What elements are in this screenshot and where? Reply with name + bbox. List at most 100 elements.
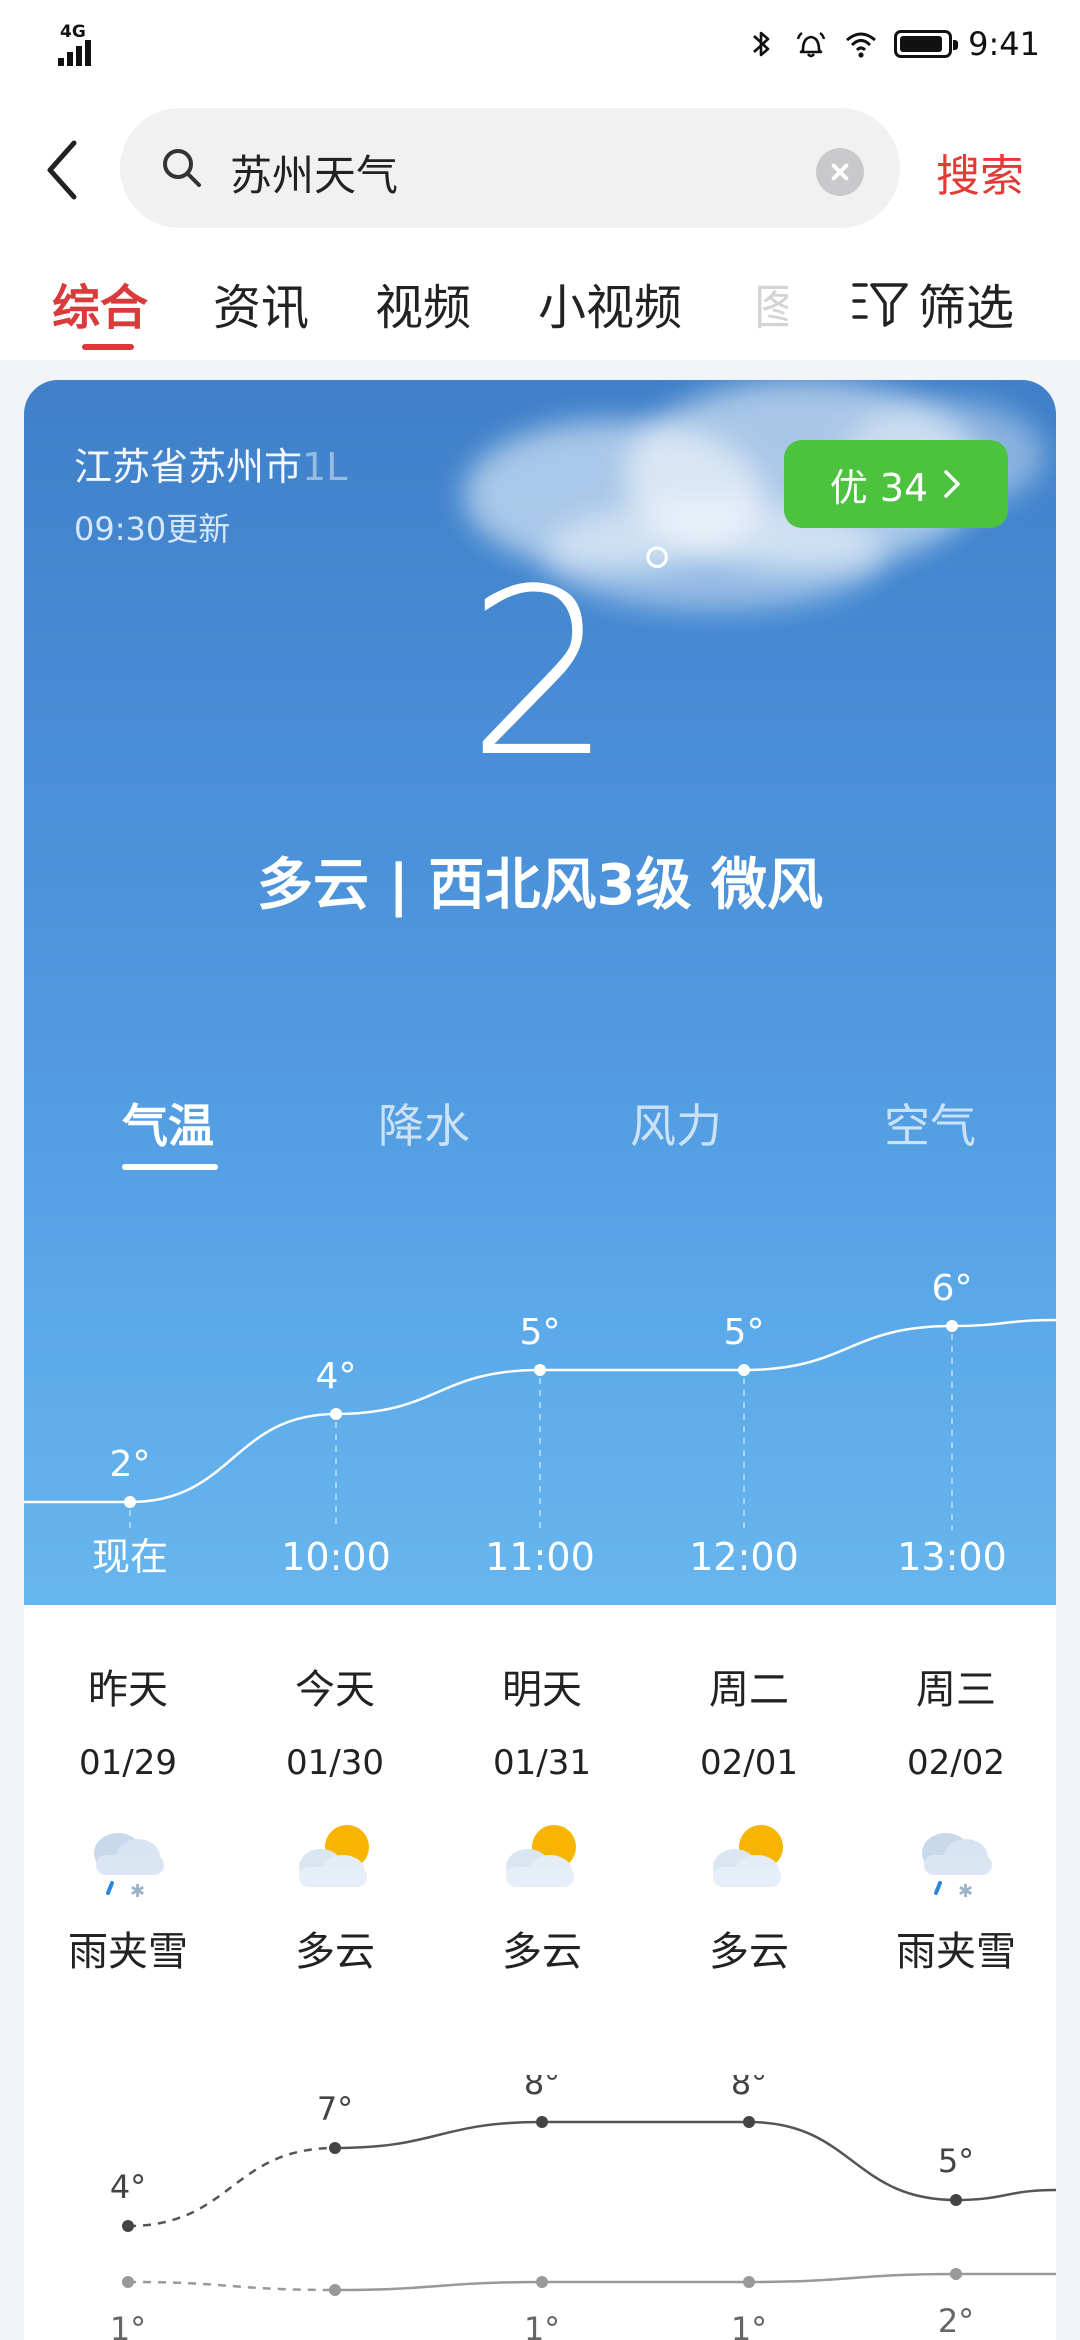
weather-condition: 多云 | 西北风3级 微风 (257, 853, 823, 918)
forecast-condition: 多云 (295, 1929, 375, 1975)
filter-button[interactable]: 筛选 (852, 268, 1014, 338)
location[interactable]: 江苏省苏州市1L (74, 436, 347, 491)
rain-snow-icon: ✱ (78, 1809, 178, 1909)
clear-icon[interactable] (816, 148, 864, 196)
low-temp-point (743, 2276, 755, 2288)
weather-card[interactable]: 江苏省苏州市1L 09:30更新 优 34 2 ° 多云 | 西北风3级 微风 气… (24, 380, 1056, 2340)
chevron-right-icon (944, 470, 960, 498)
time-label: 12:00 (689, 1535, 799, 1579)
temperature-point (738, 1364, 750, 1376)
temperature-label: 5° (724, 1312, 765, 1353)
signal-icon: 4G (58, 22, 108, 66)
bluetooth-icon (753, 31, 770, 57)
forecast-day-name: 周三 (916, 1667, 996, 1713)
low-temp-point (950, 2268, 962, 2280)
aqi-badge[interactable]: 优 34 (784, 440, 1008, 528)
forecast-day-name: 明天 (502, 1667, 582, 1713)
temperature-point (946, 1320, 958, 1332)
partly-cloudy-icon (285, 1809, 385, 1909)
forecast-day[interactable]: 明天 01/31 多云 (442, 1605, 642, 1977)
forecast-day[interactable]: 昨天 01/29 ✱ 雨夹雪 (28, 1605, 228, 1977)
daily-temperature-chart: 4° 7° 8° 8° 5° 1° 1° 1° 2° (110, 2075, 1056, 2340)
search-button[interactable]: 搜索 (936, 140, 1024, 204)
forecast-date: 01/30 (286, 1743, 384, 1783)
forecast-day-name: 周二 (709, 1667, 789, 1713)
time-label: 现在 (92, 1535, 168, 1579)
status-time: 9:41 (968, 25, 1040, 63)
forecast-date: 02/01 (700, 1743, 798, 1783)
tab-video[interactable]: 视频 (375, 268, 471, 338)
high-temp-label: 4° (110, 2168, 146, 2206)
high-temp-label: 5° (938, 2142, 974, 2180)
forecast-day[interactable]: 周三 02/02 ✱ 雨夹雪 (856, 1605, 1056, 1977)
search-input[interactable]: 苏州天气 (230, 142, 398, 203)
low-temp-point (122, 2276, 134, 2288)
tab-images[interactable]: 图 (754, 268, 788, 338)
high-temp-point (950, 2194, 962, 2206)
daily-forecast: 昨天 01/29 ✱ 雨夹雪 今天 01/30 多云 明天 01/31 多云 周… (24, 1605, 1056, 2340)
forecast-day[interactable]: 周二 02/01 多云 (649, 1605, 849, 1977)
temperature-label: 5° (520, 1312, 561, 1353)
forecast-day-name: 今天 (295, 1667, 375, 1713)
forecast-day-name: 昨天 (88, 1667, 168, 1713)
tab-active-indicator (82, 344, 134, 350)
high-temp-point (329, 2142, 341, 2154)
current-temperature: 2 ° (24, 537, 1056, 790)
partly-cloudy-icon (492, 1809, 592, 1909)
time-label: 13:00 (897, 1535, 1007, 1579)
high-temp-point (536, 2116, 548, 2128)
forecast-date: 01/29 (79, 1743, 177, 1783)
svg-text:✱: ✱ (958, 1881, 973, 1902)
back-arrow-icon[interactable] (40, 135, 90, 205)
filter-icon (852, 283, 908, 327)
high-temp-label: 7° (317, 2090, 353, 2128)
low-temp-point (536, 2276, 548, 2288)
forecast-day[interactable]: 今天 01/30 多云 (235, 1605, 435, 1977)
temperature-point (330, 1408, 342, 1420)
low-temp-label: 1° (110, 2310, 146, 2340)
low-temp-past-line (127, 2280, 336, 2292)
low-temp-line (334, 2272, 1056, 2292)
network-type: 4G (60, 22, 86, 42)
temperature-label: 6° (932, 1268, 973, 1309)
high-temp-point (122, 2220, 134, 2232)
tab-news[interactable]: 资讯 (213, 268, 309, 338)
tab-all[interactable]: 综合 (52, 268, 148, 338)
forecast-date: 01/31 (493, 1743, 591, 1783)
rain-snow-icon: ✱ (906, 1809, 1006, 1909)
low-temp-label: 1° (524, 2310, 560, 2340)
high-temp-label: 8° (524, 2075, 560, 2102)
location-clip: 1L (302, 445, 348, 489)
tab-short-video[interactable]: 小视频 (538, 268, 682, 338)
search-icon (163, 149, 201, 187)
forecast-condition: 多云 (709, 1929, 789, 1975)
forecast-condition: 多云 (502, 1929, 582, 1975)
partly-cloudy-icon (699, 1809, 799, 1909)
update-time: 09:30更新 (74, 510, 231, 548)
search-bar[interactable]: 苏州天气 (120, 108, 900, 228)
high-temp-past-line (127, 2146, 336, 2228)
temperature-value: 2 (466, 541, 614, 808)
aqi-text: 优 34 (829, 465, 929, 510)
forecast-condition: 雨夹雪 (896, 1929, 1016, 1975)
wifi-icon (846, 32, 877, 58)
svg-text:✱: ✱ (130, 1881, 145, 1902)
low-temp-label: 2° (938, 2302, 974, 2340)
hourly-temperature-chart: 2° 现在 4° 10:00 5° 11:00 5° 12:00 6° 13:00 (24, 1268, 1056, 1579)
time-label: 10:00 (281, 1535, 391, 1579)
battery-level (900, 36, 942, 52)
time-label: 11:00 (485, 1535, 595, 1579)
temperature-label: 4° (316, 1356, 357, 1397)
degree-symbol: ° (637, 530, 678, 623)
low-temp-label: 1° (731, 2310, 767, 2340)
high-temp-point (743, 2116, 755, 2128)
bell-icon (796, 32, 826, 58)
forecast-date: 02/02 (907, 1743, 1005, 1783)
status-bar: 4G 9:41 (0, 0, 1080, 90)
battery-icon (894, 30, 959, 58)
temperature-point (534, 1364, 546, 1376)
temperature-label: 2° (110, 1444, 151, 1485)
location-name: 江苏省苏州市 (74, 445, 303, 489)
filter-label: 筛选 (918, 280, 1015, 336)
temperature-point (124, 1496, 136, 1508)
